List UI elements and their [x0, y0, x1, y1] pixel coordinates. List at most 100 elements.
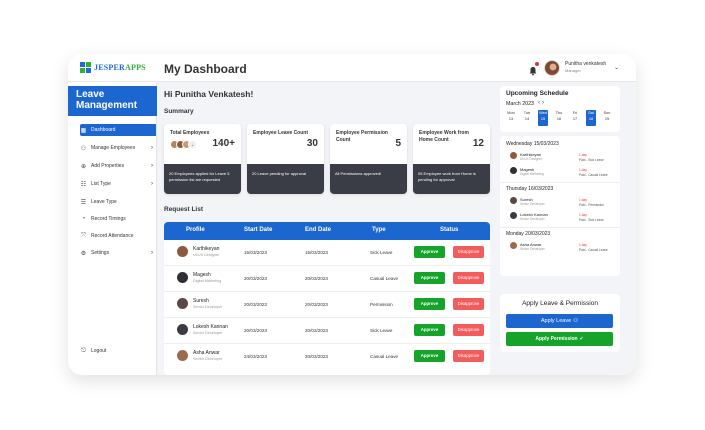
top-header: JESPERAPPS My Dashboard Punitha venkates… — [68, 54, 636, 82]
app-window: JESPERAPPS My Dashboard Punitha venkates… — [68, 54, 636, 375]
bell-icon[interactable] — [528, 62, 539, 76]
card-footer: 20 Leave pending for approval — [247, 164, 324, 194]
sidebar-item-record-timings[interactable]: ◔ Record Timings — [80, 213, 156, 225]
chevron-right-icon[interactable]: › — [542, 100, 546, 106]
sidebar: Leave Management ▦ Dashboard ⚇ Manage Em… — [68, 82, 157, 375]
table-row: Suresh Senior Developer 20/03/2023 20/03… — [164, 292, 490, 318]
calendar-day-selected[interactable]: Wed 15 — [538, 110, 548, 126]
chevron-down-icon[interactable]: ⌄ — [614, 64, 619, 71]
brand-logo[interactable]: JESPERAPPS — [80, 62, 146, 73]
disapprove-button[interactable]: Disapprove — [453, 324, 484, 336]
apply-leave-button[interactable]: Apply Leave ⚇ — [506, 314, 613, 328]
month-nav: ‹› — [538, 100, 546, 106]
avatar — [510, 152, 517, 159]
expand-icon: ⤧ — [81, 232, 86, 239]
brand-name: JESPERAPPS — [94, 63, 146, 72]
table-row: Magesh Digital Marketing 20/03/2023 20/0… — [164, 266, 490, 292]
disapprove-button[interactable]: Disapprove — [453, 350, 484, 362]
logo-icon — [80, 62, 91, 73]
page-title: My Dashboard — [164, 62, 247, 76]
avatar — [510, 212, 517, 219]
card-footer: All Permissions approved! — [330, 164, 407, 194]
dashboard-icon: ▦ — [80, 127, 87, 134]
disapprove-button[interactable]: Disapprove — [453, 272, 484, 284]
calendar-day[interactable]: Tue 14 — [522, 110, 532, 126]
table-row: Karthikeyan UI/UX Designer 15/03/2023 15… — [164, 240, 490, 266]
plus-circle-icon: ⊕ — [80, 163, 87, 170]
list-icon: ☷ — [80, 181, 87, 188]
greeting: Hi Punitha Venkatesh! — [164, 89, 254, 99]
main-content: Hi Punitha Venkatesh! Summary Total Empl… — [157, 82, 495, 375]
avatar — [510, 197, 517, 204]
users-icon: ⚇ — [80, 145, 87, 152]
card-total-employees[interactable]: Total Employees + 140+ 20 Employees appl… — [164, 124, 241, 194]
calendar-day[interactable]: Thu 16 — [554, 110, 564, 126]
card-value: 140+ — [212, 138, 235, 149]
calendar-day[interactable]: Sun 19 — [602, 110, 612, 126]
divider — [500, 227, 620, 228]
calendar-day[interactable]: Fri 17 — [570, 110, 580, 126]
avatar — [177, 272, 188, 283]
chevron-right-icon: › — [151, 163, 153, 169]
chevron-right-icon: › — [151, 250, 153, 256]
add-user-icon: ⚇ — [572, 318, 579, 324]
avatar — [177, 350, 188, 361]
table-header: Profile Start Date End Date Type Status — [164, 222, 490, 240]
sidebar-title: Leave Management — [68, 86, 157, 116]
sidebar-item-leave-type[interactable]: ☰ Leave Type — [80, 196, 156, 208]
logout-icon: ⎋ — [81, 347, 86, 354]
request-list-heading: Request List — [164, 206, 204, 213]
card-value: 30 — [306, 138, 318, 149]
logout-button[interactable]: ⎋ Logout — [80, 345, 156, 357]
chevron-right-icon: › — [151, 181, 153, 187]
approve-button[interactable]: Approve — [414, 324, 445, 336]
sidebar-item-add-properties[interactable]: ⊕ Add Properties › — [80, 160, 156, 172]
card-wfh-count[interactable]: Employee Work from Home Count 12 05 Empl… — [413, 124, 490, 194]
disapprove-button[interactable]: Disapprove — [453, 298, 484, 310]
user-avatar[interactable] — [544, 60, 560, 76]
approve-button[interactable]: Approve — [414, 350, 445, 362]
table-row: Asha Anwar Senior Developer 24/03/2023 2… — [164, 344, 490, 370]
event-date: Wednesday 15/03/2023 — [506, 141, 559, 147]
clock-icon: ◔ — [81, 216, 86, 222]
chevron-right-icon: › — [151, 145, 153, 151]
user-role: Manager — [565, 68, 581, 73]
request-table: Profile Start Date End Date Type Status … — [164, 222, 490, 375]
card-permission-count[interactable]: Employee Permission Count 5 All Permissi… — [330, 124, 407, 194]
schedule-events: Wednesday 15/03/2023 Karthikeyan UI/UX D… — [500, 136, 620, 276]
card-leave-count[interactable]: Employee Leave Count 30 20 Leave pending… — [247, 124, 324, 194]
sidebar-item-list-type[interactable]: ☷ List Type › — [80, 178, 156, 190]
divider — [500, 182, 620, 183]
card-footer: 20 Employees applied for Leave 5 permiss… — [164, 164, 241, 194]
disapprove-button[interactable]: Disapprove — [453, 246, 484, 258]
right-panel: Upcoming Schedule March 2023 ‹› Mon 13 Tu… — [500, 82, 636, 375]
avatar-more: + — [188, 140, 197, 149]
summary-heading: Summary — [164, 108, 194, 115]
sidebar-item-dashboard[interactable]: ▦ Dashboard — [80, 124, 156, 136]
card-value: 12 — [472, 138, 484, 149]
table-row: Lokesh Kannan Senior Developer 20/03/202… — [164, 318, 490, 344]
sidebar-item-manage-employees[interactable]: ⚇ Manage Employees › — [80, 142, 156, 154]
avatar — [510, 167, 517, 174]
sidebar-item-settings[interactable]: ⚙ Settings › — [80, 247, 156, 259]
avatar — [510, 242, 517, 249]
calendar-day[interactable]: Mon 13 — [506, 110, 516, 126]
calendar-day-selected[interactable]: Sat 18 — [586, 110, 596, 126]
avatar — [177, 298, 188, 309]
approve-button[interactable]: Approve — [414, 272, 445, 284]
upcoming-schedule: Upcoming Schedule March 2023 ‹› Mon 13 Tu… — [500, 86, 620, 132]
avatar — [177, 246, 188, 257]
user-name: Punitha venkatesh — [565, 61, 607, 67]
sidebar-item-record-attendance[interactable]: ⤧ Record Attendance — [80, 230, 156, 242]
event-date: Thursday 16/03/2023 — [506, 186, 554, 192]
approve-button[interactable]: Approve — [414, 298, 445, 310]
avatar — [177, 324, 188, 335]
apply-leave-permission: Apply Leave & Permission Apply Leave ⚇ A… — [500, 294, 620, 352]
approve-button[interactable]: Approve — [414, 246, 445, 258]
gear-icon: ⚙ — [80, 250, 87, 257]
apply-permission-button[interactable]: Apply Permission ✓ — [506, 332, 613, 346]
notification-dot — [535, 62, 539, 66]
lines-icon: ☰ — [80, 199, 87, 206]
calendar-month: March 2023 — [506, 101, 534, 107]
check-circle-icon: ✓ — [579, 336, 584, 342]
